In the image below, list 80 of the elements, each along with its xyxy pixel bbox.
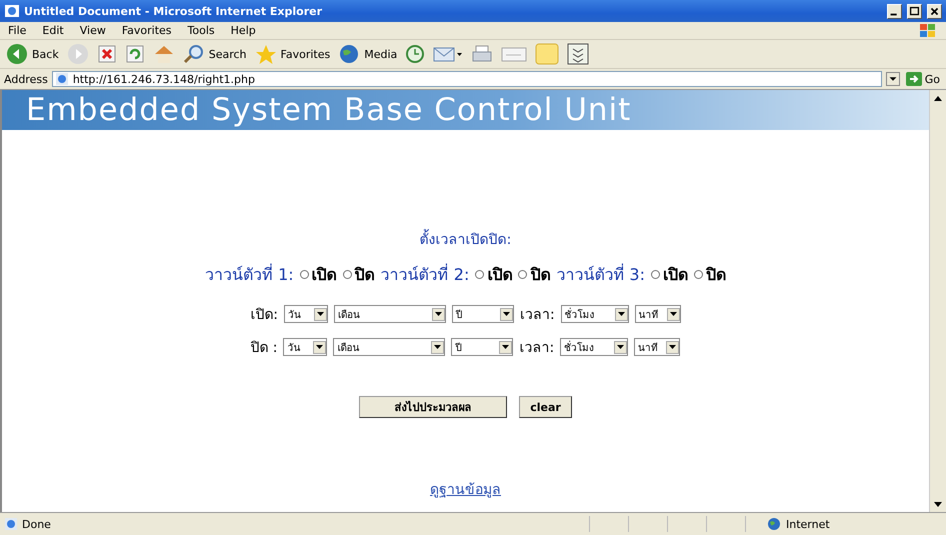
dropdown[interactable]: วัน: [283, 338, 328, 356]
caret-icon: [670, 312, 677, 316]
caret-icon: [503, 312, 510, 316]
caret-icon: [502, 345, 510, 349]
menu-item[interactable]: Tools: [188, 24, 215, 37]
status-text: Done: [22, 518, 51, 530]
menu-item[interactable]: Help: [230, 24, 256, 37]
caret-icon: [316, 345, 324, 349]
close-icon[interactable]: [927, 4, 942, 18]
scroll-up-icon[interactable]: [934, 96, 942, 100]
maximize-icon[interactable]: [907, 4, 922, 18]
minimize-icon[interactable]: [887, 4, 902, 18]
field-label: เวลา:: [520, 306, 555, 325]
caret-icon: [434, 345, 442, 349]
go-button[interactable]: Go: [904, 72, 942, 86]
valve-label: วาวน์ตัวที่ 2:: [380, 262, 470, 286]
submit-button[interactable]: ส่งไปประมวลผล: [359, 396, 508, 418]
radio-button[interactable]: [342, 270, 352, 279]
stop-icon[interactable]: [96, 44, 117, 64]
radio-button[interactable]: [650, 270, 660, 279]
menu-item[interactable]: File: [8, 24, 26, 37]
database-link[interactable]: ดูฐานข้อมูล: [430, 478, 501, 500]
address-field[interactable]: http://161.246.73.148/right1.php: [52, 71, 882, 87]
menu-item[interactable]: View: [80, 24, 106, 37]
favorites-button[interactable]: Favorites: [254, 44, 330, 64]
field-label: เวลา:: [519, 339, 554, 358]
search-icon: [182, 44, 205, 64]
radio-button[interactable]: [475, 270, 484, 279]
search-button[interactable]: Search: [182, 44, 247, 64]
star-icon: [254, 44, 277, 64]
media-button[interactable]: Media: [338, 44, 398, 64]
caret-icon: [669, 345, 676, 349]
page-icon: [4, 517, 18, 531]
dropdown[interactable]: ปี: [452, 305, 514, 323]
section-heading: ตั้งเวลาเปิดปิด:: [420, 228, 512, 250]
zone-text: Internet: [786, 518, 830, 530]
scroll-down-icon[interactable]: [934, 502, 942, 506]
address-label: Address: [4, 72, 48, 86]
clock-icon[interactable]: [405, 44, 426, 64]
browser-icon: [4, 3, 20, 19]
option-label: เปิด: [312, 264, 337, 286]
caret-icon: [618, 312, 625, 316]
dropdown[interactable]: นาที: [634, 338, 680, 356]
valve-label: วาวน์ตัวที่ 1:: [205, 262, 294, 286]
caret-icon: [617, 345, 624, 349]
scrollbar[interactable]: [929, 90, 946, 512]
back-button[interactable]: Back: [6, 43, 59, 65]
radio-button[interactable]: [694, 270, 703, 279]
field-label: เปิด:: [250, 306, 278, 325]
clear-button[interactable]: clear: [519, 396, 572, 418]
globe-icon: [766, 517, 782, 531]
option-label: เปิด: [662, 264, 688, 286]
option-label: ปิด: [354, 264, 375, 286]
dropdown[interactable]: นาที: [634, 305, 681, 323]
menu-item[interactable]: Favorites: [122, 24, 172, 37]
windows-logo-icon: [918, 22, 938, 38]
menu-item[interactable]: Edit: [42, 24, 64, 37]
dropdown[interactable]: เดือน: [333, 338, 446, 356]
dropdown[interactable]: วัน: [284, 305, 328, 323]
banner: Embedded System Base Control Unit: [2, 90, 929, 130]
caret-icon: [435, 312, 442, 316]
option-label: เปิด: [487, 264, 512, 286]
printer-icon[interactable]: [471, 44, 494, 64]
refresh-icon[interactable]: [124, 44, 145, 64]
dropdown[interactable]: ปี: [451, 338, 514, 356]
dropdown[interactable]: ชั่วโมง: [560, 338, 628, 356]
radio-button[interactable]: [300, 270, 309, 279]
caret-icon: [317, 312, 324, 316]
window-title: Untitled Document - Microsoft Internet Explorer: [24, 4, 324, 18]
globe-icon: [338, 44, 360, 64]
radio-button[interactable]: [518, 270, 528, 279]
page-icon: [54, 72, 69, 86]
home-icon[interactable]: [152, 44, 175, 64]
option-label: ปิด: [530, 264, 550, 286]
field-label: ปิด :: [250, 339, 278, 358]
option-label: ปิด: [706, 264, 726, 286]
dropdown[interactable]: ชั่วโมง: [560, 305, 629, 323]
panel-icon[interactable]: [567, 43, 590, 65]
valve-label: วาวน์ตัวที่ 3:: [556, 262, 645, 286]
dropdown[interactable]: เดือน: [334, 305, 446, 323]
